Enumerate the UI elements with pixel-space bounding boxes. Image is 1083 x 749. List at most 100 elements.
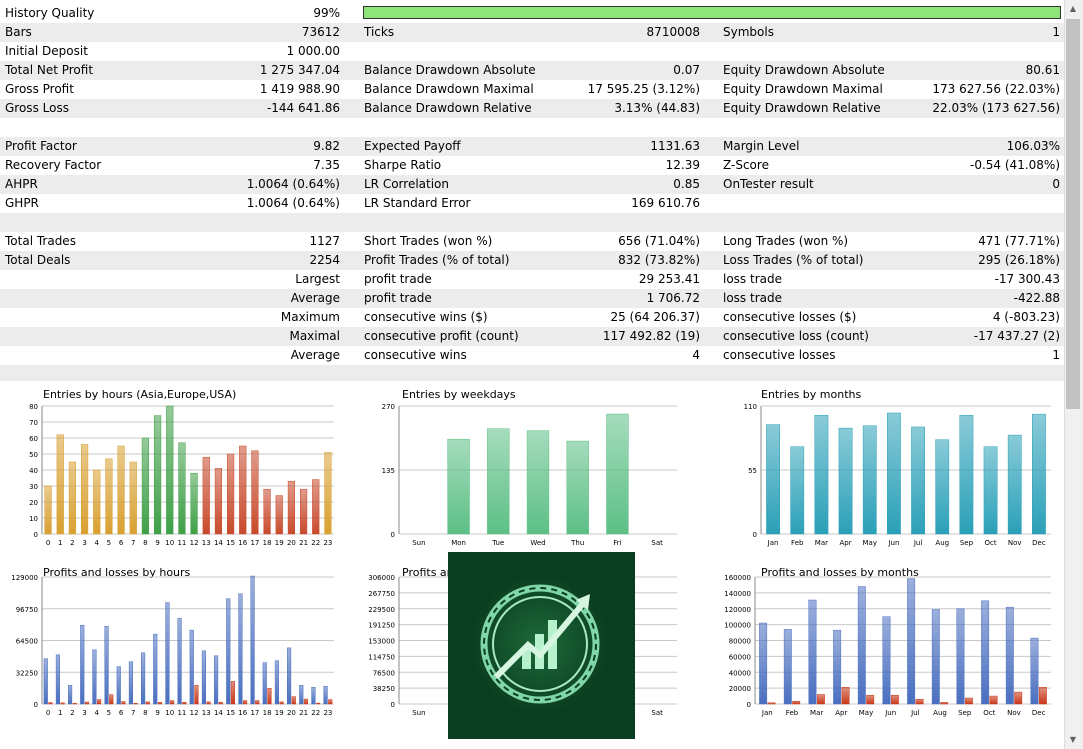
stat-value: 169 610.76 [631,196,700,210]
loss-bar [121,701,126,705]
loss-bar [182,701,187,705]
stats-row: Total Deals 2254 Profit Trades (% of total… [0,251,1064,270]
stats-row: Initial Deposit 1 000.00 [0,42,1064,61]
profit-bar [956,608,965,705]
x-tick-label: Jun [884,709,896,717]
x-tick-label: Jul [913,539,923,547]
x-tick-label: Mar [810,709,823,717]
y-tick-label: 191250 [368,622,395,630]
x-tick-label: 14 [214,709,223,717]
chart-bar [93,469,101,535]
stat-value: 8710008 [646,25,700,39]
x-tick-label: Jan [767,539,779,547]
stats-row: Maximal consecutive profit (count) 117 492… [0,327,1064,346]
stats-row: Gross Loss -144 641.86 Balance Drawdown Re… [0,99,1064,118]
chart-bar [226,453,235,535]
profit-bar [92,649,97,705]
y-tick-label: 32250 [16,669,38,677]
loss-bar [133,703,138,705]
y-tick-label: 80 [29,403,38,411]
stat-value: 9.82 [313,139,340,153]
profits-losses-by-hours-chart: Profits and losses by hours0322506450096… [11,566,334,717]
y-tick-label: 64500 [16,638,38,646]
x-tick-label: 11 [177,539,186,547]
x-tick-label: 2 [70,709,74,717]
chart-bar [814,415,829,535]
chart-bar [214,468,223,535]
stats-row: Bars 73612 Ticks 8710008 Symbols 1 [0,23,1064,42]
y-tick-label: 70 [29,419,38,427]
chart-bar [190,472,198,535]
history-quality-bar [363,6,1061,19]
y-tick-label: 80000 [729,638,751,646]
stat-value: 106.03% [1006,139,1060,153]
loss-bar [97,699,102,705]
loss-bar [145,701,150,705]
x-tick-label: 1 [58,709,62,717]
profit-bar [1030,637,1039,705]
profit-bar [201,650,207,705]
loss-bar [303,698,308,705]
profit-bar [141,652,146,705]
loss-bar [60,702,65,705]
chart-bar [312,479,320,535]
y-tick-label: 100000 [724,622,751,630]
x-tick-label: May [863,539,877,547]
y-tick-label: 60 [29,435,38,443]
chart-bar [766,424,780,535]
stat-value: 22.03% (173 627.56) [932,101,1060,115]
profit-bar [1005,606,1014,705]
profit-bar [783,629,792,705]
profit-bar [226,598,231,705]
x-tick-label: Oct [985,539,997,547]
x-tick-label: Wed [530,539,545,547]
profit-bar [238,593,243,705]
profit-bar [128,661,134,705]
y-tick-label: 60000 [729,653,751,661]
profit-bar [116,666,121,705]
stats-row: Average profit trade 1 706.72 loss trade -42… [0,289,1064,308]
x-tick-label: 5 [107,539,111,547]
loss-bar [72,703,77,705]
stat-value: 12.39 [665,158,700,172]
profit-bar [214,655,219,705]
stat-value: 2254 [309,253,340,267]
loss-bar [48,702,53,705]
loss-bar [328,699,333,705]
stat-group-label: Maximum [280,310,340,324]
x-tick-label: Sun [412,539,425,547]
stat-value: 832 (73.82%) [618,253,700,267]
stat-value: 17 595.25 (3.12%) [587,82,700,96]
stats-row: Average consecutive wins 4 consecutive loss… [0,346,1064,365]
profit-bar [177,618,182,705]
y-tick-label: 96750 [16,606,38,614]
x-tick-label: 3 [82,539,86,547]
y-tick-label: 0 [391,701,395,709]
stats-row: Recovery Factor 7.35 Sharpe Ratio 12.39 Z-Sc… [0,156,1064,175]
y-tick-label: 270 [382,403,395,411]
profits-losses-by-months-chart: Profits and losses by months020000400006… [724,566,1051,717]
profit-bar [274,660,280,705]
stats-row: GHPR 1.0064 (0.64%) LR Standard Error 169 6… [0,194,1064,213]
x-tick-label: 23 [323,709,332,717]
profit-bar [833,629,842,705]
y-tick-label: 76500 [373,669,395,677]
chart-bar [178,442,186,535]
scroll-down-icon[interactable]: ▼ [1066,733,1080,747]
loss-bar [1038,687,1047,705]
chart-bar [56,434,64,535]
x-tick-label: 8 [143,539,147,547]
stat-value: 4 (-803.23) [992,310,1060,324]
x-tick-label: 19 [275,709,284,717]
loss-bar [316,702,321,705]
stat-group-label: Average [290,291,340,305]
loss-bar [816,694,825,705]
y-tick-label: 135 [382,467,395,475]
scroll-thumb[interactable] [1066,19,1080,409]
y-tick-label: 229500 [368,606,395,614]
chart-bar [287,480,296,535]
chart-bar [239,445,247,535]
loss-bar [206,701,211,705]
chart-bar [299,488,308,535]
scroll-up-icon[interactable]: ▲ [1066,2,1080,16]
